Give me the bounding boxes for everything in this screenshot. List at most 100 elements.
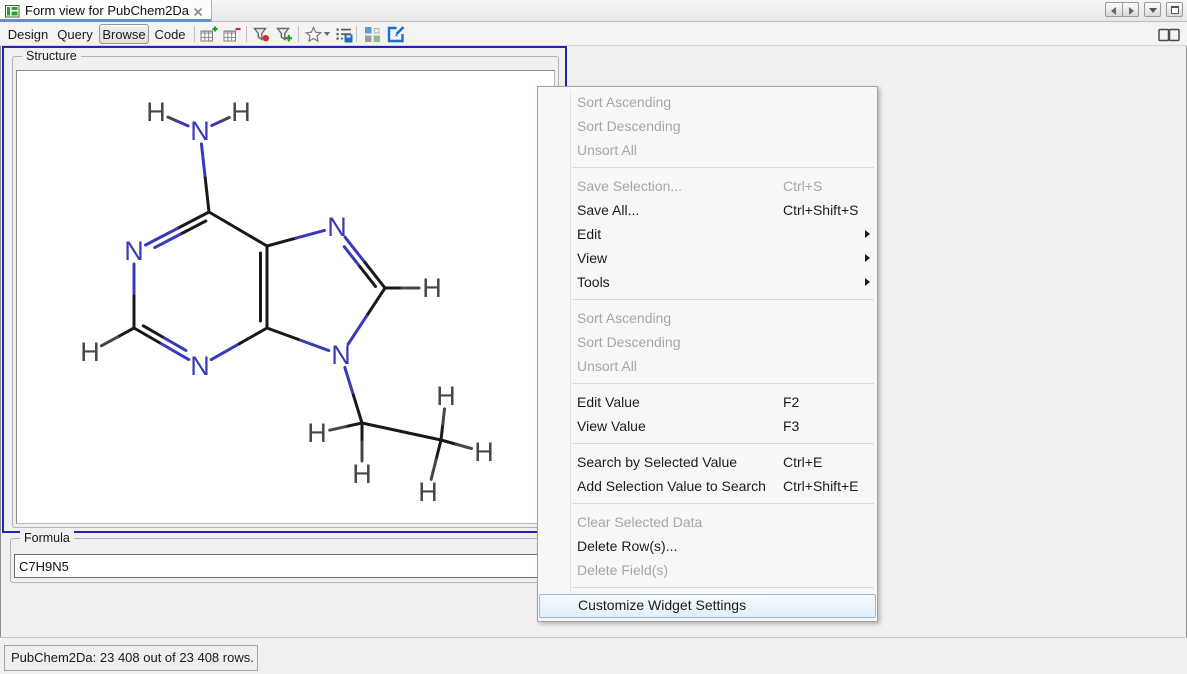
window-controls <box>1105 2 1183 17</box>
filter-add-button[interactable] <box>273 24 295 44</box>
menu-item-label: Delete Row(s)... <box>577 538 677 554</box>
application-window: Form view for PubChem2Da Design Query Br… <box>0 0 1187 674</box>
list-save-button[interactable] <box>333 24 355 44</box>
menu-item-label: Sort Ascending <box>577 94 671 110</box>
menu-item: Sort Ascending <box>538 306 877 330</box>
menu-separator <box>538 162 877 174</box>
pages-button[interactable] <box>1155 24 1183 44</box>
menu-item[interactable]: Customize Widget Settings <box>539 594 876 618</box>
menu-item-label: Unsort All <box>577 142 637 158</box>
status-bar: PubChem2Da: 23 408 out of 23 408 rows. <box>0 637 1187 674</box>
favorites-star-button[interactable] <box>302 24 332 44</box>
formula-input[interactable] <box>14 554 555 578</box>
menu-item: Unsort All <box>538 138 877 162</box>
menu-item: Unsort All <box>538 354 877 378</box>
menu-item-label: View Value <box>577 418 646 434</box>
menu-item-label: Customize Widget Settings <box>578 597 746 613</box>
code-tab-button[interactable]: Code <box>151 24 189 44</box>
structure-widget[interactable]: HNHNHNNHNHHHHH <box>16 70 555 524</box>
atom-label: H <box>474 437 494 467</box>
arrow-right-icon <box>1129 7 1134 15</box>
menu-separator <box>538 438 877 450</box>
menu-item-label: Sort Descending <box>577 334 681 350</box>
menu-item-shortcut: Ctrl+Shift+S <box>783 198 858 222</box>
menu-item[interactable]: Edit <box>538 222 877 246</box>
toolbar-separator <box>194 26 195 42</box>
menu-item-shortcut: Ctrl+S <box>783 174 822 198</box>
structure-canvas[interactable]: HNHNHNNHNHHHHH <box>17 71 554 523</box>
maximize-button[interactable] <box>1166 2 1183 17</box>
structure-label: Structure <box>22 49 81 64</box>
menu-item-label: Delete Field(s) <box>577 562 668 578</box>
menu-item-shortcut: F2 <box>783 390 799 414</box>
table-remove-icon <box>223 26 241 43</box>
menu-item[interactable]: View Value F3 <box>538 414 877 438</box>
context-menu: Sort Ascending Sort Descending Unsort All S… <box>537 86 878 622</box>
menu-item-label: Add Selection Value to Search <box>577 478 766 494</box>
menu-item[interactable]: View <box>538 246 877 270</box>
scroll-tabs-left-button[interactable] <box>1105 2 1122 17</box>
menu-item[interactable]: Delete Row(s)... <box>538 534 877 558</box>
chevron-down-icon <box>1149 8 1157 13</box>
menu-item[interactable]: Search by Selected Value Ctrl+E <box>538 450 877 474</box>
tab-form-view[interactable]: Form view for PubChem2Da <box>0 0 212 22</box>
menu-item-label: Search by Selected Value <box>577 454 737 470</box>
menu-item-label: Sort Descending <box>577 118 681 134</box>
submenu-arrow-icon <box>865 254 870 262</box>
menu-item: Clear Selected Data <box>538 510 877 534</box>
menu-item-shortcut: Ctrl+Shift+E <box>783 474 858 498</box>
tab-close-icon[interactable] <box>192 5 204 17</box>
menu-item[interactable]: Tools <box>538 270 877 294</box>
menu-item-label: Edit <box>577 226 601 242</box>
menu-separator <box>538 582 877 594</box>
table-add-button[interactable] <box>198 24 220 44</box>
toolbar-separator <box>298 26 299 42</box>
menu-item: Delete Field(s) <box>538 558 877 582</box>
atom-label: H <box>231 97 251 127</box>
menu-item-shortcut: Ctrl+E <box>783 450 822 474</box>
submenu-arrow-icon <box>865 230 870 238</box>
query-tab-button[interactable]: Query <box>53 24 97 44</box>
table-remove-button[interactable] <box>221 24 243 44</box>
chevron-down-icon <box>324 32 330 36</box>
tab-list-dropdown-button[interactable] <box>1144 2 1161 17</box>
maximize-icon <box>1171 6 1179 14</box>
widgets-grid-button[interactable] <box>361 24 383 44</box>
list-save-icon <box>335 26 353 43</box>
menu-item[interactable]: Add Selection Value to Search Ctrl+Shift+… <box>538 474 877 498</box>
menu-separator <box>538 294 877 306</box>
menu-item: Sort Descending <box>538 114 877 138</box>
atom-label: N <box>190 116 210 146</box>
form-view-panel: Structure HNHNHNNHNHHHHH <box>2 46 567 533</box>
formula-label: Formula <box>20 531 74 546</box>
menu-item: Sort Descending <box>538 330 877 354</box>
submenu-arrow-icon <box>865 278 870 286</box>
atom-label: H <box>422 273 442 303</box>
menu-separator <box>538 378 877 390</box>
menu-separator <box>538 498 877 510</box>
menu-item: Sort Ascending <box>538 90 877 114</box>
browse-tab-button[interactable]: Browse <box>99 24 149 44</box>
filter-icon <box>253 26 270 43</box>
menu-item[interactable]: Edit ValueF2 <box>538 390 877 414</box>
pages-icon <box>1157 25 1182 43</box>
star-icon <box>305 26 322 43</box>
scroll-tabs-right-button[interactable] <box>1122 2 1139 17</box>
atom-label: H <box>307 418 327 448</box>
menu-item: Save Selection... Ctrl+S <box>538 174 877 198</box>
edit-form-button[interactable] <box>385 24 407 44</box>
menu-item-label: Save Selection... <box>577 178 682 194</box>
filter-button[interactable] <box>250 24 272 44</box>
menu-item-label: Sort Ascending <box>577 310 671 326</box>
atom-label: N <box>331 340 351 370</box>
design-tab-button[interactable]: Design <box>6 24 50 44</box>
menu-item[interactable]: Save All...Ctrl+Shift+S <box>538 198 877 222</box>
menu-item-shortcut: F3 <box>783 414 799 438</box>
atom-label: H <box>436 381 456 411</box>
menu-item-label: View <box>577 250 607 266</box>
tab-title: Form view for PubChem2Da <box>25 3 189 18</box>
arrow-left-icon <box>1111 7 1116 15</box>
toolbar-separator <box>246 26 247 42</box>
edit-form-icon <box>386 25 406 44</box>
structure-groupbox: Structure HNHNHNNHNHHHHH <box>12 56 559 528</box>
